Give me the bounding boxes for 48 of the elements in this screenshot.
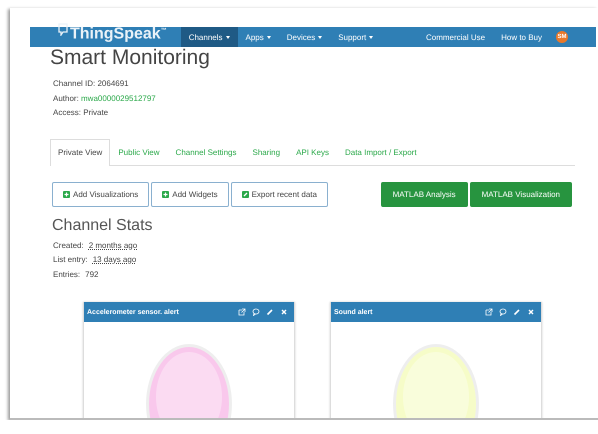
- info-value: Private: [83, 108, 108, 117]
- stat-value: 792: [85, 268, 98, 280]
- plus-icon: [162, 190, 170, 198]
- logo-icon: [58, 23, 68, 36]
- tab[interactable]: Data Import / Export: [336, 138, 425, 166]
- tab[interactable]: Sharing: [244, 138, 288, 166]
- caret-icon: [226, 36, 230, 38]
- action-button[interactable]: Add Visualizations: [52, 182, 150, 206]
- tab[interactable]: Public View: [110, 138, 168, 166]
- caret-icon: [318, 36, 322, 38]
- close-icon[interactable]: [527, 308, 535, 316]
- info-label: Author:: [53, 94, 80, 102]
- nav-menu[interactable]: Support: [330, 27, 382, 47]
- stat-time: 2 months ago: [88, 240, 138, 252]
- nav-link[interactable]: Commercial Use: [418, 27, 494, 47]
- stat-label: Created:: [53, 240, 84, 252]
- author-link[interactable]: mwa0000029512797: [81, 94, 156, 102]
- action-button[interactable]: Add Widgets: [151, 182, 229, 206]
- nav-menu[interactable]: Channels: [180, 27, 238, 47]
- matlab-button[interactable]: MATLAB Analysis: [380, 182, 468, 206]
- logo[interactable]: ThingSpeak$^{™}$: [70, 23, 167, 43]
- tab[interactable]: Channel Settings: [168, 138, 244, 166]
- action-button[interactable]: Export recent data: [230, 182, 328, 206]
- matlab-button[interactable]: MATLAB Visualization: [470, 182, 572, 206]
- comment-icon[interactable]: [252, 308, 260, 316]
- pencil-icon[interactable]: [513, 308, 521, 316]
- comment-icon[interactable]: [499, 308, 507, 316]
- nav-menu[interactable]: Apps: [238, 27, 279, 47]
- external-link-icon[interactable]: [485, 308, 493, 316]
- caret-icon: [369, 36, 374, 38]
- caret-icon: [266, 36, 271, 38]
- section-title: Channel Stats: [52, 216, 154, 234]
- stat-label: List entry:: [53, 254, 88, 266]
- stat-time: 13 days ago: [92, 254, 136, 266]
- info-label: Access:: [53, 108, 82, 117]
- close-icon[interactable]: [280, 308, 288, 316]
- external-link-icon[interactable]: [238, 308, 246, 316]
- pencil-icon[interactable]: [266, 308, 274, 316]
- nav-menu[interactable]: Devices: [278, 27, 330, 47]
- pencil-icon: [242, 190, 249, 198]
- info-value: 2064691: [97, 79, 129, 88]
- stat-label: Entries:: [53, 268, 80, 280]
- nav-link[interactable]: How to Buy: [493, 27, 550, 47]
- channel-title: Smart Monitoring: [50, 47, 211, 69]
- info-label: Channel ID:: [53, 79, 96, 88]
- tab[interactable]: Private View: [50, 138, 110, 166]
- tab[interactable]: API Keys: [288, 138, 337, 166]
- plus-icon: [63, 190, 70, 198]
